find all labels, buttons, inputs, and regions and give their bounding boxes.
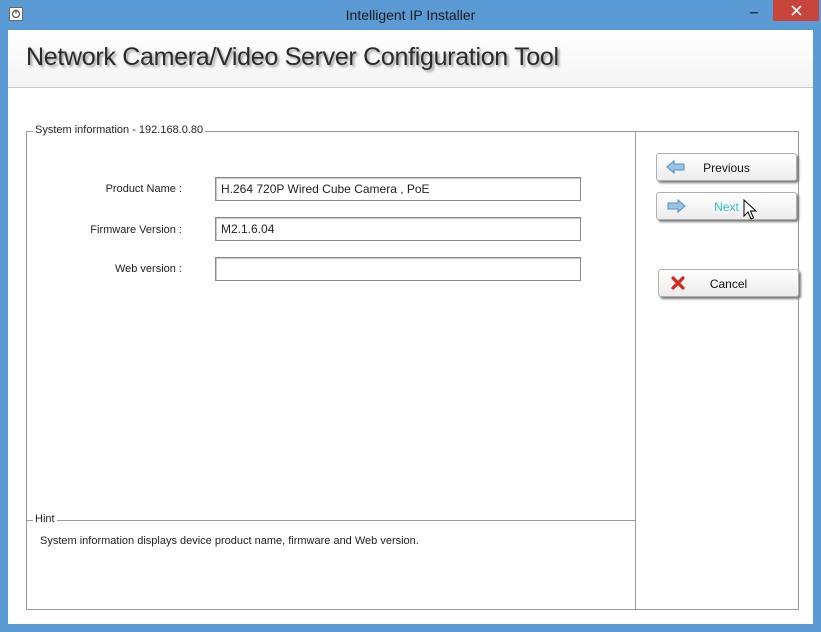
hint-legend: Hint: [33, 513, 57, 525]
minimize-button[interactable]: [741, 0, 767, 21]
mouse-cursor-icon: [743, 199, 757, 220]
firmware-version-label: Firmware Version :: [90, 224, 182, 236]
cancel-button[interactable]: Cancel: [658, 269, 799, 297]
system-information-legend: System information - 192.168.0.80: [33, 124, 206, 136]
next-button[interactable]: Next: [656, 192, 797, 220]
client-area: Network Camera/Video Server Configuratio…: [8, 30, 813, 624]
cancel-button-label: Cancel: [709, 277, 748, 291]
previous-button[interactable]: Previous: [656, 153, 797, 181]
hint-text: System information displays device produ…: [40, 535, 419, 547]
title-bar[interactable]: Intelligent IP Installer: [0, 0, 821, 30]
web-version-label: Web version :: [114, 263, 182, 275]
web-version-field[interactable]: [215, 257, 581, 281]
system-information-group: System information - 192.168.0.80 Produc…: [26, 124, 636, 610]
close-icon: [790, 5, 802, 16]
close-button[interactable]: [773, 0, 819, 21]
app-window: Intelligent IP Installer Network Camera/…: [0, 0, 821, 632]
hint-divider: [27, 520, 635, 521]
page-title: Network Camera/Video Server Configuratio…: [26, 43, 559, 71]
next-button-label: Next: [714, 200, 739, 214]
previous-button-label: Previous: [703, 161, 750, 175]
product-name-label: Product Name :: [105, 183, 182, 195]
minimize-icon: [750, 11, 758, 13]
header-banner: Network Camera/Video Server Configuratio…: [8, 30, 813, 88]
window-title: Intelligent IP Installer: [345, 7, 476, 23]
navigation-panel: Previous Next Cancel: [635, 131, 799, 610]
firmware-version-field[interactable]: [215, 217, 581, 241]
product-name-field[interactable]: [215, 177, 581, 201]
